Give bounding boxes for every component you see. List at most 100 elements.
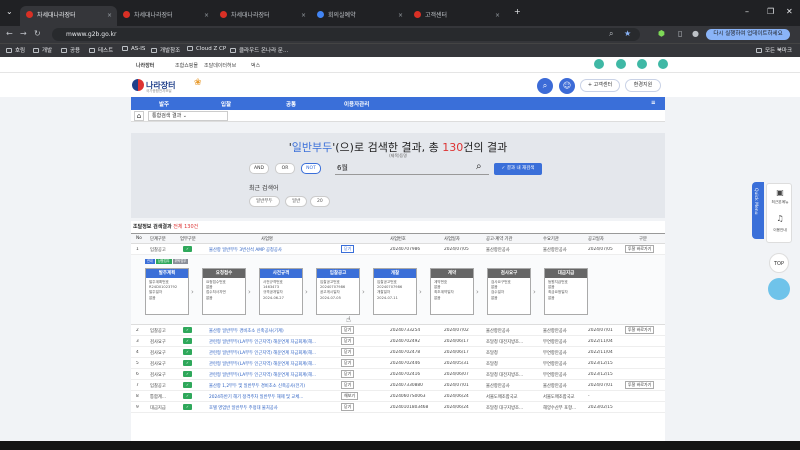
table-row[interactable]: 9 대금지급 ✓ 호텔 영업반 일반부두 주정대 물처공사 닫기 202401018034… xyxy=(131,402,665,413)
util-icon[interactable] xyxy=(616,59,626,69)
row-toggle-button[interactable]: 닫기 xyxy=(341,403,355,411)
chatbot-icon[interactable] xyxy=(768,278,790,300)
row-title-link[interactable]: 관련형 일반부두(LA부두 인근지역) 해운연계 자금회계(해... xyxy=(209,361,389,367)
tab-2[interactable]: 차세대나라장터 × xyxy=(117,6,214,26)
table-row[interactable]: 1 입찰공고 ✓ 물산항 일반부두 3번선석 AMP 공청공사 닫기 2024070798… xyxy=(131,244,665,255)
relaunch-button[interactable]: 다시 실행하여 업데이트하세요 xyxy=(706,29,790,40)
forward-icon[interactable]: → xyxy=(20,29,27,38)
minimize-icon[interactable]: – xyxy=(745,7,749,16)
close-icon[interactable]: × xyxy=(301,6,306,26)
row-title-link[interactable]: 물산항 일반부두 3번선석 AMP 공청공사 xyxy=(209,247,389,253)
env-button[interactable]: 환경지원 xyxy=(625,79,661,92)
util-icon[interactable] xyxy=(594,59,604,69)
row-title-link[interactable]: 호텔 영업반 일반부두 주정대 물처공사 xyxy=(209,405,389,411)
quick-menu-tab[interactable]: Quick Menu xyxy=(752,182,764,239)
table-row[interactable]: 8 통합계... ✓ 2024하반기 해기 정격주차 일반부두 해제 및 교체... 해… xyxy=(131,391,665,402)
extension-icon[interactable]: ⬢ xyxy=(658,29,665,38)
bookmark-item[interactable]: 개발참조 xyxy=(151,46,180,54)
top-menu-item[interactable]: 벅스 xyxy=(251,62,260,69)
bookmark-item[interactable]: AS-IS xyxy=(122,46,145,52)
close-icon[interactable]: × xyxy=(495,6,500,26)
top-menu-item[interactable]: 나라장터 xyxy=(136,62,154,69)
table-row[interactable]: 5 검사요구 ✓ 관련형 일반부두(LA부두 인근지역) 해운연계 자금회계(해...… xyxy=(131,358,665,369)
window-close-icon[interactable]: ✕ xyxy=(786,7,793,16)
row-title-link[interactable]: 울산항 1,2부두 및 일반부두 경비초소 신축공사(전기) xyxy=(209,383,389,389)
table-row[interactable]: 3 검사요구 ✓ 관련형 일반부두(LA부두 인근지역) 해운연계 자금회계(해...… xyxy=(131,336,665,347)
reload-icon[interactable]: ↻ xyxy=(34,29,41,38)
stage-card[interactable]: 입찰공고 입찰공고번호 20240707986 공고게시일자 2024-07-05 xyxy=(316,268,360,315)
op-or-button[interactable]: OR xyxy=(275,163,295,174)
recent-chip[interactable]: 20 xyxy=(310,196,330,207)
op-not-button[interactable]: NOT xyxy=(301,163,321,174)
stage-card[interactable]: 대금지급 등원지급번호 없음 최금요청일자 없음 xyxy=(544,268,588,315)
bookmark-item[interactable]: 모든 북마크 xyxy=(756,46,792,54)
home-icon[interactable]: ⌂ xyxy=(134,111,144,121)
hamburger-icon[interactable]: ≡ xyxy=(651,100,656,106)
row-toggle-button[interactable]: 닫기 xyxy=(341,337,355,345)
tab-5[interactable]: 고객센터 × xyxy=(408,6,505,26)
bid-button[interactable]: 투찰 바로가기 xyxy=(625,381,655,389)
profile-icon[interactable]: ● xyxy=(692,29,699,38)
back-icon[interactable]: ← xyxy=(6,29,13,38)
recent-menu-icon[interactable]: ▣ xyxy=(767,188,793,197)
stage-card[interactable]: 개찰 입찰공고번호 20240707986 개찰일자 2024-07-11 xyxy=(373,268,417,315)
scroll-top-button[interactable]: TOP xyxy=(769,253,789,273)
table-row[interactable]: 2 입찰공고 ✓ 울산항 일반부두 경비초소 신축공사(기계) 닫기 2024073325… xyxy=(131,325,665,336)
row-title-link[interactable]: 관련형 일반부두(LA부두 인근지역) 해운연계 자금회계(해... xyxy=(209,339,389,345)
row-toggle-button[interactable]: 해보기 xyxy=(341,392,359,400)
row-title-link[interactable]: 2024하반기 해기 정격주차 일반부두 해제 및 교체... xyxy=(209,394,389,400)
row-title-link[interactable]: 울산항 일반부두 경비초소 신축공사(기계) xyxy=(209,328,389,334)
maximize-icon[interactable]: ❐ xyxy=(767,7,774,16)
bookmark-item[interactable]: 클라우드 온나라 문... xyxy=(230,46,288,54)
bookmark-item[interactable]: 개발 xyxy=(33,46,52,54)
stage-card[interactable]: 발주계획 발주계획번호 R24D01023792 발주일자 없음 xyxy=(145,268,189,315)
new-tab-icon[interactable]: + xyxy=(514,7,521,16)
bid-button[interactable]: 투찰 바로가기 xyxy=(625,245,655,253)
row-toggle-button[interactable]: 닫기 xyxy=(341,381,355,389)
row-toggle-button[interactable]: 닫기 xyxy=(341,326,355,334)
nav-item[interactable]: 공통 xyxy=(286,100,296,108)
bid-button[interactable]: 투찰 바로가기 xyxy=(625,326,655,334)
row-toggle-button[interactable]: 닫기 xyxy=(341,370,355,378)
row-toggle-button[interactable]: 닫기 xyxy=(341,245,355,253)
recent-chip[interactable]: 일반 xyxy=(285,196,308,207)
stage-card[interactable]: 요청접수 요청접수번호 없음 접수처사자번 없음 xyxy=(202,268,246,315)
close-icon[interactable]: × xyxy=(107,6,112,26)
stage-card[interactable]: 계약 계약번호 없음 최초계약일자 없음 xyxy=(430,268,474,315)
nav-item[interactable]: 발주 xyxy=(159,100,169,108)
bookmark-item[interactable]: 테스트 xyxy=(89,46,113,54)
close-icon[interactable]: × xyxy=(204,6,209,26)
tab-search-icon[interactable]: ⌄ xyxy=(6,7,13,16)
guide-label[interactable]: 이용안내 xyxy=(767,228,793,233)
nav-item[interactable]: 입찰 xyxy=(221,100,231,108)
top-menu-item[interactable]: 조합쇼핑몰 xyxy=(175,62,198,69)
table-row[interactable]: 6 검사요구 ✓ 관련형 일반부두(LA부두 인근지역) 해운연계 자금회계(해...… xyxy=(131,369,665,380)
zoom-icon[interactable]: ⌕ xyxy=(609,29,613,39)
user-icon[interactable]: ☺ xyxy=(559,78,575,94)
bookmark-star-icon[interactable]: ★ xyxy=(624,29,631,38)
search-input[interactable]: 6월 xyxy=(335,161,489,175)
table-row[interactable]: 4 검사요구 ✓ 관련형 일반부두(LA부두 인근지역) 해운연계 자금회계(해...… xyxy=(131,347,665,358)
table-row[interactable]: 7 입찰공고 ✓ 울산항 1,2부두 및 일반부두 경비초소 신축공사(전기) 닫기 20… xyxy=(131,380,665,391)
sidepanel-icon[interactable]: ▯ xyxy=(678,29,682,38)
url-bar[interactable]: mwww.g2b.go.kr xyxy=(52,28,640,41)
search-icon[interactable]: ⌕ xyxy=(476,161,482,172)
tab-1[interactable]: 차세대나라장터 × xyxy=(20,6,117,26)
recent-menu-label[interactable]: 최근본메뉴 xyxy=(767,200,793,205)
top-menu-item[interactable]: 조달데이터허브 xyxy=(204,62,236,69)
support-button[interactable]: + 고객센터 xyxy=(580,79,620,92)
row-title-link[interactable]: 관련형 일반부두(LA부두 인근지역) 해운연계 자금회계(해... xyxy=(209,350,389,356)
row-title-link[interactable]: 관련형 일반부두(LA부두 인근지역) 해운연계 자금회계(해... xyxy=(209,372,389,378)
close-icon[interactable]: × xyxy=(398,6,403,26)
guide-icon[interactable]: ♫ xyxy=(767,214,793,223)
op-and-button[interactable]: AND xyxy=(249,163,269,174)
research-button[interactable]: ✓ 결과 내 재검색 xyxy=(494,163,542,175)
breadcrumb-select[interactable]: 통합검색 결과 ⌄ xyxy=(148,111,228,121)
bookmark-item[interactable]: 공용 xyxy=(61,46,80,54)
tab-3[interactable]: 차세대나라장터 × xyxy=(214,6,311,26)
stage-card[interactable]: 사전규격 사전규격번호 1463473 규격공개일자 2024-06-27 xyxy=(259,268,303,315)
tab-4[interactable]: 회의실예약 × xyxy=(311,6,408,26)
recent-chip[interactable]: 일반부두 xyxy=(249,196,280,207)
bookmark-item[interactable]: 호림 xyxy=(6,46,25,54)
search-icon[interactable]: ⌕ xyxy=(537,78,553,94)
